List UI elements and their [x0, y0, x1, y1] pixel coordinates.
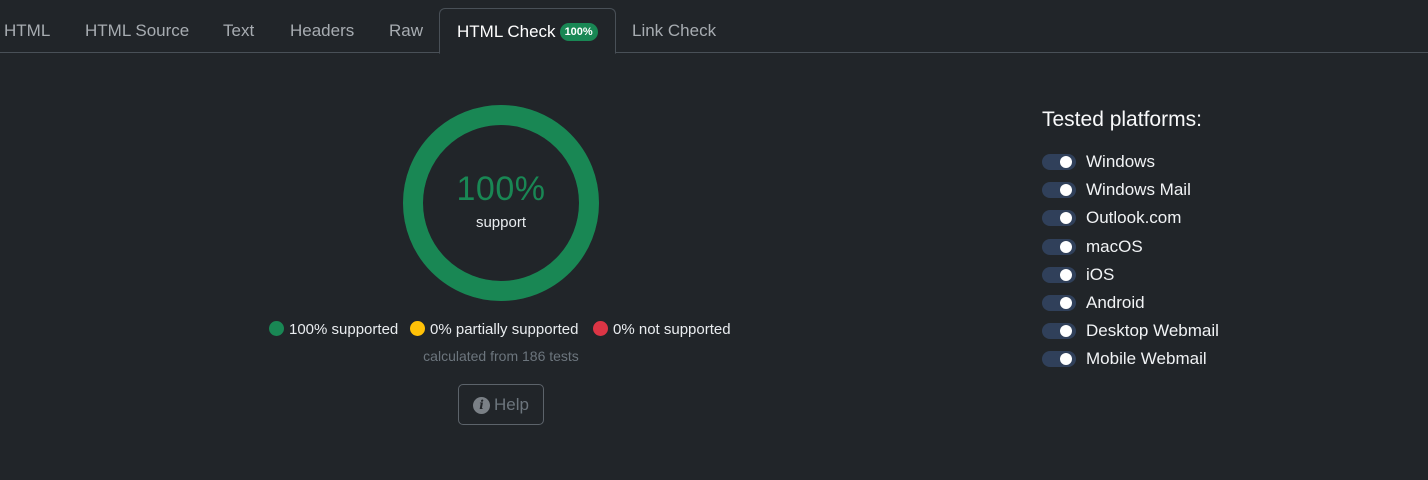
- platform-toggle-switch[interactable]: [1042, 154, 1076, 170]
- platforms-title: Tested platforms:: [1042, 108, 1202, 131]
- platform-label: macOS: [1086, 236, 1143, 256]
- platform-toggle-switch[interactable]: [1042, 351, 1076, 368]
- tab-html-check[interactable]: HTML Check 100%: [439, 8, 616, 54]
- tab-raw[interactable]: Raw: [389, 8, 423, 53]
- platform-label: Desktop Webmail: [1086, 321, 1219, 341]
- toggle-knob: [1060, 353, 1072, 366]
- platform-toggle-switch[interactable]: [1042, 266, 1076, 283]
- support-percentage: 100%: [456, 170, 546, 208]
- platform-label: Windows Mail: [1086, 180, 1191, 200]
- red-dot-icon: [593, 321, 608, 336]
- tab-label: HTML: [4, 21, 51, 40]
- help-label: Help: [494, 395, 529, 414]
- info-icon: i: [473, 397, 491, 414]
- platform-toggle-switch[interactable]: [1042, 295, 1076, 311]
- legend-partial: 0% partially supported: [410, 320, 578, 340]
- platform-toggle-switch[interactable]: [1042, 238, 1076, 255]
- toggle-knob: [1060, 212, 1072, 225]
- tab-label: Headers: [290, 21, 355, 40]
- toggle-knob: [1060, 325, 1072, 338]
- legend-not-supported: 0% not supported: [593, 320, 731, 340]
- tab-label: Link Check: [632, 21, 717, 40]
- legend-label: 100% supported: [289, 321, 399, 338]
- toggle-knob: [1060, 297, 1072, 309]
- legend-label: 0% partially supported: [430, 321, 579, 338]
- platform-label: Windows: [1086, 152, 1155, 171]
- tab-text[interactable]: Text: [223, 8, 254, 53]
- platform-toggle-switch[interactable]: [1042, 182, 1076, 199]
- platform-toggle-switch[interactable]: [1042, 210, 1076, 227]
- platform-toggle-switch[interactable]: [1042, 323, 1076, 340]
- toggle-knob: [1060, 184, 1072, 197]
- tab-label: Raw: [389, 21, 424, 40]
- platform-label: iOS: [1086, 264, 1115, 284]
- support-caption: support: [475, 214, 527, 231]
- tab-label: Text: [223, 21, 255, 40]
- help-button[interactable]: i Help: [458, 384, 544, 425]
- yellow-dot-icon: [410, 321, 425, 336]
- tests-count-note: calculated from 186 tests: [423, 348, 579, 364]
- tab-label: HTML Check: [457, 22, 556, 41]
- support-badge: 100%: [559, 23, 598, 41]
- tab-html[interactable]: HTML: [4, 8, 50, 53]
- tab-headers[interactable]: Headers: [290, 8, 354, 53]
- legend-supported: 100% supported: [269, 320, 398, 340]
- legend-label: 0% not supported: [613, 321, 731, 338]
- platform-label: Mobile Webmail: [1086, 349, 1207, 369]
- green-dot-icon: [269, 321, 284, 336]
- platform-label: Android: [1086, 293, 1145, 312]
- tab-bar: HTML HTML Source Text Headers Raw HTML C…: [0, 0, 1428, 54]
- tab-link-check[interactable]: Link Check: [632, 8, 716, 53]
- tab-label: HTML Source: [85, 21, 190, 40]
- platform-label: Outlook.com: [1086, 208, 1182, 228]
- toggle-knob: [1060, 240, 1072, 253]
- toggle-knob: [1060, 156, 1072, 168]
- toggle-knob: [1060, 268, 1072, 281]
- tab-html-source[interactable]: HTML Source: [85, 8, 189, 53]
